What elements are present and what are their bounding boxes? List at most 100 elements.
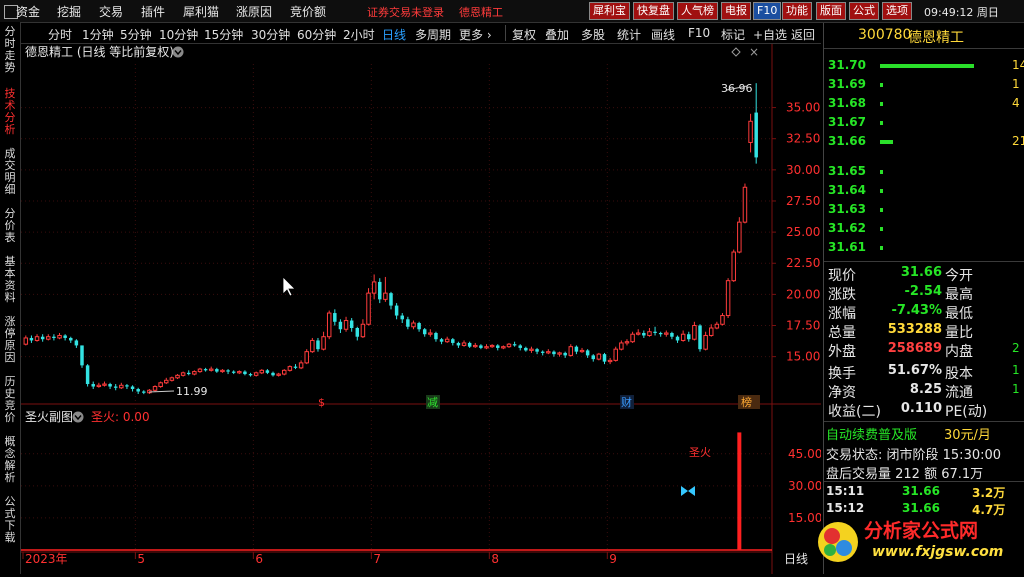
period-2hour[interactable]: 2小时 xyxy=(343,26,375,43)
candle-body xyxy=(574,346,579,352)
action-back[interactable]: 返回 xyxy=(791,26,815,43)
tool-button-layout[interactable]: 版面 xyxy=(816,2,846,20)
period-multi[interactable]: 多周期 xyxy=(415,26,451,43)
tool-button-options[interactable]: 选项 xyxy=(882,2,912,20)
sub-title-dropdown-icon[interactable] xyxy=(72,411,84,423)
candle-body xyxy=(664,332,669,335)
period-15min[interactable]: 15分钟 xyxy=(204,26,243,43)
menu-item-funds[interactable]: 资金 xyxy=(16,3,40,20)
x-tick-label: 9 xyxy=(609,552,617,566)
stat-label: 收益(二) xyxy=(828,404,881,420)
period-30min[interactable]: 30分钟 xyxy=(251,26,290,43)
candle-body xyxy=(169,377,175,381)
candle-body xyxy=(298,362,304,369)
period-label[interactable]: 日线 xyxy=(784,552,808,566)
candle-body xyxy=(265,370,270,373)
login-status[interactable]: 证券交易未登录 xyxy=(367,4,444,20)
action-multi-stock[interactable]: 多股 xyxy=(581,26,605,43)
promo-price[interactable]: 30元/月 xyxy=(944,424,991,443)
candle-body xyxy=(456,342,461,346)
candle-body xyxy=(276,373,281,376)
auto-renew-promo[interactable]: 自动续费普及版 xyxy=(826,424,917,443)
candle-body xyxy=(243,371,247,375)
butterfly-icon xyxy=(681,486,695,496)
tool-button-function[interactable]: 功能 xyxy=(782,2,812,20)
menu-item-xilimao[interactable]: 犀利猫 xyxy=(183,3,219,20)
action-statistics[interactable]: 统计 xyxy=(617,26,641,43)
tool-button-popularity[interactable]: 人气榜 xyxy=(677,2,718,20)
close-pane-icon[interactable]: × xyxy=(749,45,759,59)
candle-body xyxy=(518,345,522,348)
period-1min[interactable]: 1分钟 xyxy=(82,26,114,43)
x-tick-label: 2023年 xyxy=(25,552,68,566)
y-tick-label: 30.00 xyxy=(786,163,820,177)
event-marker-finance[interactable]: 财 xyxy=(621,395,632,409)
tab-basic-info[interactable]: 基本资料 xyxy=(2,256,18,304)
chart-title-dropdown-icon[interactable] xyxy=(172,46,184,58)
period-10min[interactable]: 10分钟 xyxy=(159,26,198,43)
tab-price-table[interactable]: 分价表 xyxy=(2,208,18,244)
stat-label: 量比 xyxy=(945,325,973,341)
stat-label: 股本 xyxy=(945,366,973,382)
candle-body xyxy=(461,342,467,346)
event-marker-dollar[interactable]: $ xyxy=(318,396,325,409)
action-mark[interactable]: 标记 xyxy=(721,26,745,43)
tick-vol: 3.2万 xyxy=(972,486,1006,500)
candle-body xyxy=(725,280,731,317)
diamond-icon[interactable] xyxy=(731,47,741,57)
period-daily[interactable]: 日线 xyxy=(382,26,406,43)
candle-body xyxy=(394,305,399,316)
candle-body xyxy=(34,336,40,341)
sub-chart-title[interactable]: 圣火副图 xyxy=(25,410,73,424)
period-intraday[interactable]: 分时 xyxy=(48,26,72,43)
period-more[interactable]: 更多 › xyxy=(459,26,492,43)
tool-button-xilibao[interactable]: 犀利宝 xyxy=(589,2,630,20)
event-marker-reduce[interactable]: 减 xyxy=(427,396,438,409)
x-tick-label: 8 xyxy=(491,552,499,566)
action-draw-line[interactable]: 画线 xyxy=(651,26,675,43)
action-adjust[interactable]: 复权 xyxy=(512,26,536,43)
tab-trade-detail[interactable]: 成交明细 xyxy=(2,148,18,196)
period-5min[interactable]: 5分钟 xyxy=(120,26,152,43)
stock-name[interactable]: 德恩精工 xyxy=(908,27,964,47)
candle-body xyxy=(529,348,534,351)
tool-button-telegraph[interactable]: 电报 xyxy=(721,2,751,20)
candle-body xyxy=(709,327,714,336)
candle-body xyxy=(501,346,506,349)
action-add-watchlist[interactable]: +自选 xyxy=(753,26,787,43)
sell-price: 31.70 xyxy=(828,58,866,72)
candle-body xyxy=(310,339,315,353)
tab-history-auction[interactable]: 历史竞价 xyxy=(2,376,18,424)
candle-body xyxy=(496,345,500,348)
tool-button-f10[interactable]: F10 xyxy=(753,2,782,20)
action-overlay[interactable]: 叠加 xyxy=(545,26,569,43)
tab-intraday[interactable]: 分时走势 xyxy=(2,26,18,74)
menu-item-reason[interactable]: 涨原因 xyxy=(236,3,272,20)
candle-body xyxy=(108,384,112,387)
period-60min[interactable]: 60分钟 xyxy=(297,26,336,43)
candle-body xyxy=(512,344,517,346)
candle-body xyxy=(647,331,652,336)
stat-value: 258689 xyxy=(887,341,942,356)
sell-volume: 21 xyxy=(1012,134,1024,148)
candle-body xyxy=(389,293,393,306)
event-marker-list[interactable]: 榜 xyxy=(741,395,752,409)
tab-formula-download[interactable]: 公式下载 xyxy=(2,496,18,544)
menu-item-mining[interactable]: 挖掘 xyxy=(57,3,81,20)
candle-body xyxy=(714,323,720,329)
tab-limit-reason[interactable]: 涨停原因 xyxy=(2,316,18,364)
menu-item-trade[interactable]: 交易 xyxy=(99,3,123,20)
menu-item-plugin[interactable]: 插件 xyxy=(141,3,165,20)
kline-chart[interactable]: 15.00 17.50 20.00 22.50 25.00 27.50 30.00 32.50… xyxy=(21,44,821,574)
tab-technical[interactable]: 技术分析 xyxy=(2,88,18,136)
candle-body xyxy=(439,339,444,342)
tab-concept[interactable]: 概念解析 xyxy=(2,436,18,484)
action-f10[interactable]: F10 xyxy=(688,26,710,40)
candle-body xyxy=(355,328,360,337)
candle-body xyxy=(624,341,630,344)
candle-body xyxy=(203,369,208,371)
tool-button-review[interactable]: 快复盘 xyxy=(633,2,674,20)
tool-button-formula[interactable]: 公式 xyxy=(849,2,879,20)
candle-body xyxy=(585,350,590,356)
menu-item-auction[interactable]: 竞价额 xyxy=(290,3,326,20)
